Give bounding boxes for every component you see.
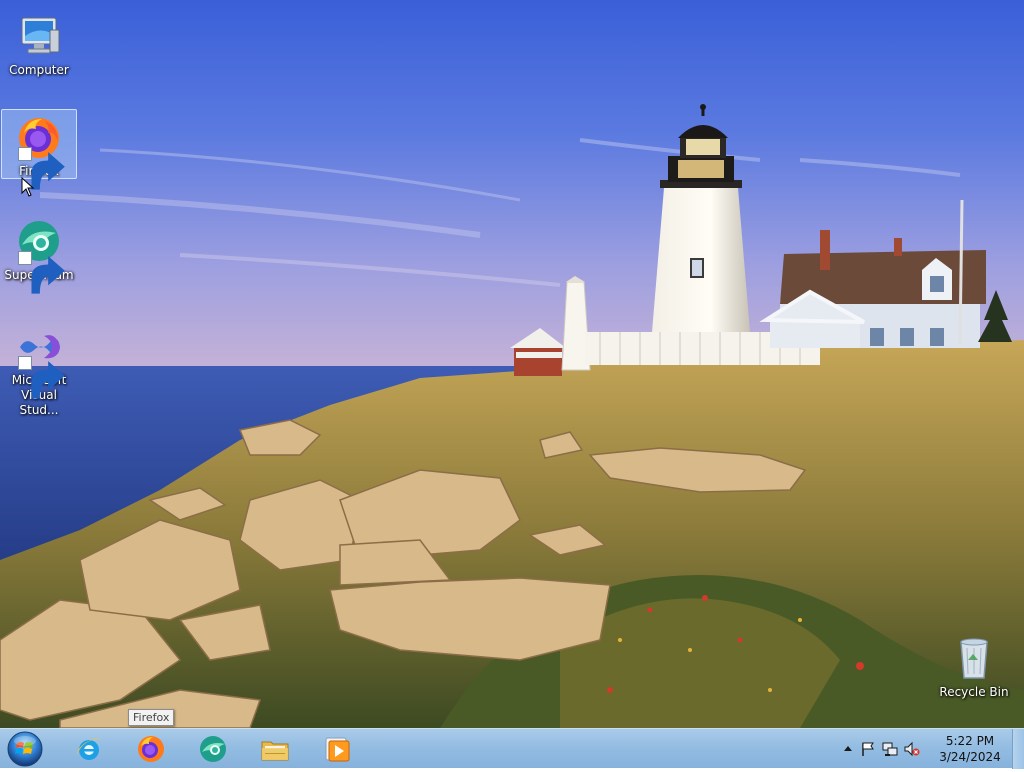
computer-icon [14, 12, 64, 62]
supermium-icon [14, 217, 65, 294]
desktop-icon-computer[interactable]: Computer [1, 8, 77, 82]
shortcut-arrow-icon [18, 147, 65, 190]
taskbar-tooltip: Firefox [128, 709, 175, 726]
internet-explorer-icon [77, 738, 101, 760]
folder-icon [261, 741, 289, 761]
clock-date: 3/24/2024 [939, 750, 1001, 764]
volume-muted-icon[interactable] [904, 741, 920, 757]
desktop-icon-recycle-bin[interactable]: Recycle Bin [936, 630, 1012, 704]
action-center-flag-icon[interactable] [860, 741, 876, 757]
recycle-bin-icon [949, 634, 999, 684]
visual-studio-icon [14, 322, 65, 399]
taskbar-windows-explorer[interactable] [248, 731, 302, 767]
shortcut-arrow-icon [18, 356, 65, 399]
supermium-icon [200, 736, 226, 762]
wallpaper-lighthouse [0, 0, 1024, 728]
desktop-icon-label: Computer [9, 63, 69, 77]
desktop-icon-supermium[interactable]: Supermium [1, 213, 77, 294]
show-hidden-icons-arrow[interactable] [840, 741, 856, 757]
taskbar-supermium[interactable] [186, 731, 240, 767]
shortcut-arrow-icon [18, 251, 65, 294]
desktop-icon-label: Recycle Bin [939, 685, 1009, 699]
clock-time: 5:22 PM [945, 734, 995, 748]
desktop[interactable]: Computer Firefox [0, 0, 1024, 728]
mouse-cursor-icon [21, 177, 35, 197]
network-icon[interactable] [882, 741, 898, 757]
firefox-icon [14, 113, 65, 190]
show-desktop-button[interactable] [1012, 729, 1024, 769]
taskbar-clock[interactable]: 5:22 PM 3/24/2024 [938, 733, 1002, 765]
desktop-icon-firefox[interactable]: Firefox [1, 109, 77, 190]
system-tray: 5:22 PM 3/24/2024 [834, 729, 1024, 769]
start-button[interactable] [6, 730, 44, 768]
taskbar-media-player[interactable] [310, 731, 364, 767]
firefox-icon [138, 736, 164, 762]
taskbar-firefox[interactable] [124, 731, 178, 767]
desktop-icon-visual-studio[interactable]: Microsoft Visual Stud... [1, 318, 77, 422]
taskbar[interactable]: 5:22 PM 3/24/2024 [0, 728, 1024, 769]
media-player-icon [325, 737, 350, 762]
taskbar-internet-explorer[interactable] [62, 731, 116, 767]
windows-start-orb [7, 731, 43, 767]
